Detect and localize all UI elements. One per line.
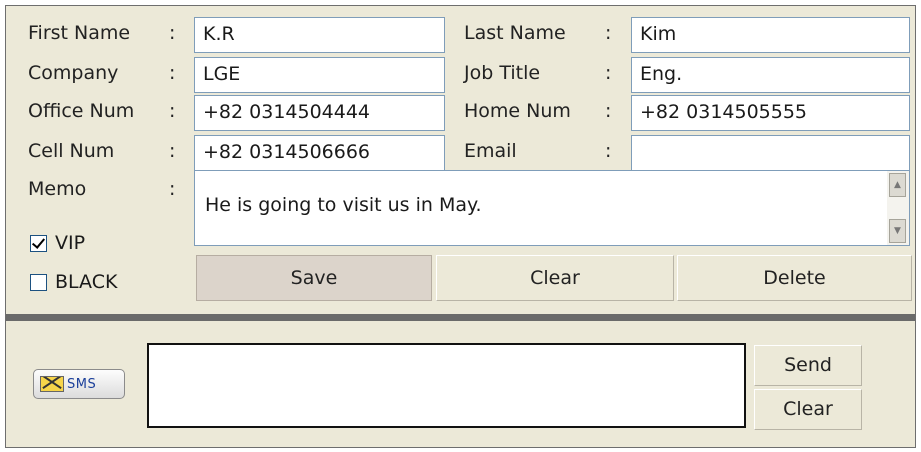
vip-label: VIP bbox=[55, 232, 86, 254]
memo-colon: : bbox=[169, 178, 176, 200]
vip-checkbox[interactable] bbox=[30, 234, 47, 252]
arrow-up-icon[interactable]: ▲ bbox=[889, 173, 906, 197]
office-num-field[interactable]: +82 0314504444 bbox=[194, 95, 445, 131]
company-label: Company bbox=[28, 62, 119, 84]
black-checkbox-row[interactable]: BLACK bbox=[30, 271, 117, 293]
email-colon: : bbox=[605, 140, 612, 162]
home-num-label: Home Num bbox=[464, 100, 571, 122]
panel-divider bbox=[6, 314, 915, 321]
office-num-colon: : bbox=[169, 100, 176, 122]
job-title-colon: : bbox=[605, 62, 612, 84]
last-name-label: Last Name bbox=[464, 22, 566, 44]
clear-form-button[interactable]: Clear bbox=[436, 255, 674, 301]
home-num-colon: : bbox=[605, 100, 612, 122]
memo-scrollbar[interactable]: ▲ ▼ bbox=[887, 171, 909, 245]
job-title-label: Job Title bbox=[464, 62, 541, 84]
save-button[interactable]: Save bbox=[196, 255, 432, 301]
first-name-colon: : bbox=[169, 22, 176, 44]
delete-button[interactable]: Delete bbox=[677, 255, 912, 301]
memo-text: He is going to visit us in May. bbox=[205, 194, 482, 216]
job-title-field[interactable]: Eng. bbox=[631, 57, 910, 93]
cell-num-field[interactable]: +82 0314506666 bbox=[194, 135, 445, 171]
black-label: BLACK bbox=[55, 271, 118, 293]
office-num-label: Office Num bbox=[28, 100, 135, 122]
sms-button[interactable]: SMS bbox=[33, 369, 125, 399]
sms-message-input[interactable] bbox=[147, 343, 746, 428]
arrow-down-icon[interactable]: ▼ bbox=[889, 219, 906, 243]
clear-sms-button[interactable]: Clear bbox=[754, 389, 862, 430]
email-field[interactable] bbox=[631, 135, 910, 171]
contact-form-panel: First Name : K.R Last Name : Kim Company… bbox=[6, 6, 915, 314]
first-name-field[interactable]: K.R bbox=[194, 17, 445, 53]
email-label: Email bbox=[464, 140, 517, 162]
home-num-field[interactable]: +82 0314505555 bbox=[631, 95, 910, 131]
sms-panel: SMS Send Clear bbox=[6, 321, 915, 447]
black-checkbox[interactable] bbox=[30, 273, 47, 291]
company-colon: : bbox=[169, 62, 176, 84]
last-name-colon: : bbox=[605, 22, 612, 44]
first-name-label: First Name bbox=[28, 22, 131, 44]
send-button[interactable]: Send bbox=[754, 345, 862, 386]
sms-button-label: SMS bbox=[67, 376, 97, 392]
memo-field[interactable]: He is going to visit us in May. ▲ ▼ bbox=[194, 170, 910, 246]
memo-label: Memo bbox=[28, 178, 87, 200]
cell-num-label: Cell Num bbox=[28, 140, 115, 162]
cell-num-colon: : bbox=[169, 140, 176, 162]
contact-window: First Name : K.R Last Name : Kim Company… bbox=[5, 5, 916, 448]
last-name-field[interactable]: Kim bbox=[631, 17, 910, 53]
company-field[interactable]: LGE bbox=[194, 57, 445, 93]
envelope-icon bbox=[40, 376, 64, 392]
vip-checkbox-row[interactable]: VIP bbox=[30, 232, 85, 254]
